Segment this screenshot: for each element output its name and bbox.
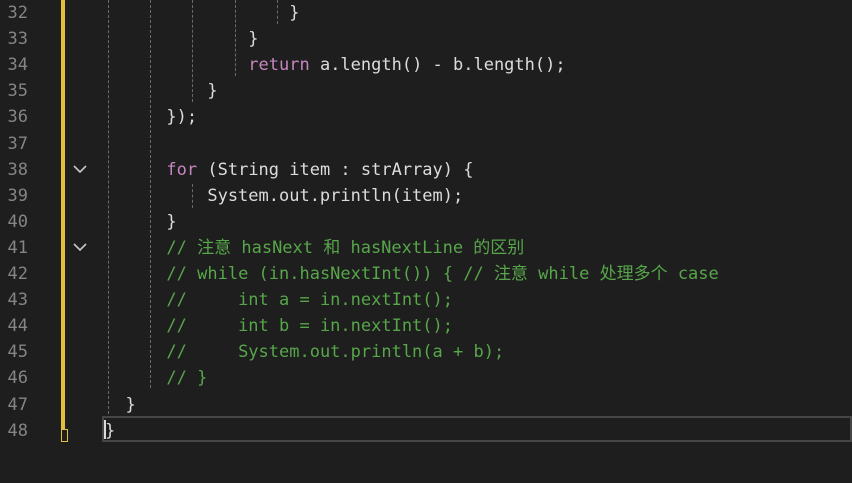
line-number: 47: [7, 394, 28, 415]
code-token: (String item : strArray) {: [197, 159, 474, 180]
code-line[interactable]: 37: [0, 131, 852, 157]
code-text[interactable]: // 注意 hasNext 和 hasNextLine 的区别: [105, 237, 524, 259]
line-number: 39: [7, 185, 28, 206]
line-number: 40: [7, 211, 28, 232]
code-line[interactable]: 44 // int b = in.nextInt();: [0, 313, 852, 339]
line-number: 44: [7, 316, 28, 337]
comment-token: // while (in.hasNextInt()) { // 注意 while…: [166, 264, 719, 284]
keyword-token: for: [166, 159, 198, 180]
line-number: 48: [7, 420, 28, 441]
code-token: }: [105, 394, 136, 415]
code-token: }: [105, 211, 177, 232]
code-line[interactable]: 46 // }: [0, 365, 852, 391]
code-text[interactable]: }: [105, 2, 299, 24]
code-token: }: [105, 3, 300, 23]
code-token: a.length() - b.length();: [309, 55, 566, 76]
code-line[interactable]: 32 }: [0, 0, 852, 26]
line-number: 42: [7, 264, 28, 284]
code-text[interactable]: // int b = in.nextInt();: [105, 315, 453, 337]
code-text[interactable]: }: [105, 211, 177, 233]
code-text[interactable]: // }: [105, 367, 207, 389]
line-number: 33: [7, 29, 28, 50]
code-text[interactable]: }: [105, 28, 259, 50]
code-token: }: [105, 420, 116, 441]
code-line[interactable]: 45 // System.out.println(a + b);: [0, 339, 852, 365]
code-token: }: [105, 81, 218, 102]
fold-chevron-icon[interactable]: [72, 239, 88, 255]
line-number: 45: [7, 342, 28, 363]
code-text[interactable]: System.out.println(item);: [105, 185, 463, 207]
code-token: System.out.println(item);: [105, 185, 464, 206]
code-line[interactable]: 35 }: [0, 78, 852, 104]
code-text[interactable]: }: [105, 80, 218, 102]
comment-token: // int b = in.nextInt();: [166, 316, 453, 337]
code-line[interactable]: 36 });: [0, 104, 852, 130]
code-token: });: [105, 107, 198, 128]
code-line[interactable]: 43 // int a = in.nextInt();: [0, 287, 852, 313]
comment-token: // }: [166, 368, 208, 389]
comment-token: // int a = in.nextInt();: [166, 290, 453, 311]
code-text[interactable]: }: [105, 420, 115, 442]
keyword-token: return: [248, 55, 310, 76]
line-number: 43: [7, 290, 28, 311]
code-text[interactable]: for (String item : strArray) {: [105, 159, 473, 181]
comment-token: // System.out.println(a + b);: [166, 342, 505, 363]
line-number: 38: [7, 159, 28, 180]
line-number: 41: [7, 237, 28, 258]
code-line[interactable]: 40 }: [0, 209, 852, 235]
code-text[interactable]: });: [105, 106, 197, 128]
code-editor[interactable]: 32 } 33 } 34 return a.length() - b.length(…: [0, 0, 852, 483]
code-line[interactable]: 48}: [0, 418, 852, 444]
code-line[interactable]: 34 return a.length() - b.length();: [0, 52, 852, 78]
line-number: 35: [7, 81, 28, 102]
code-line[interactable]: 38 for (String item : strArray) {: [0, 157, 852, 183]
comment-token: // 注意 hasNext 和 hasNextLine 的区别: [166, 237, 525, 258]
code-text[interactable]: // int a = in.nextInt();: [105, 289, 453, 311]
code-line[interactable]: 42 // while (in.hasNextInt()) { // 注意 wh…: [0, 261, 852, 287]
code-text[interactable]: // System.out.println(a + b);: [105, 341, 504, 363]
line-number: 34: [7, 55, 28, 76]
code-text[interactable]: // while (in.hasNextInt()) { // 注意 while…: [105, 263, 719, 285]
code-text[interactable]: }: [105, 394, 136, 416]
code-line[interactable]: 39 System.out.println(item);: [0, 183, 852, 209]
code-text[interactable]: return a.length() - b.length();: [105, 54, 566, 76]
line-number: 37: [7, 133, 28, 154]
text-cursor: [104, 420, 106, 439]
line-number: 36: [7, 107, 28, 128]
code-line[interactable]: 41 // 注意 hasNext 和 hasNextLine 的区别: [0, 235, 852, 261]
code-line[interactable]: 47 }: [0, 392, 852, 418]
line-number: 32: [7, 3, 28, 23]
line-number: 46: [7, 368, 28, 389]
code-token: }: [105, 29, 259, 50]
fold-chevron-icon[interactable]: [72, 161, 88, 177]
code-line[interactable]: 33 }: [0, 26, 852, 52]
